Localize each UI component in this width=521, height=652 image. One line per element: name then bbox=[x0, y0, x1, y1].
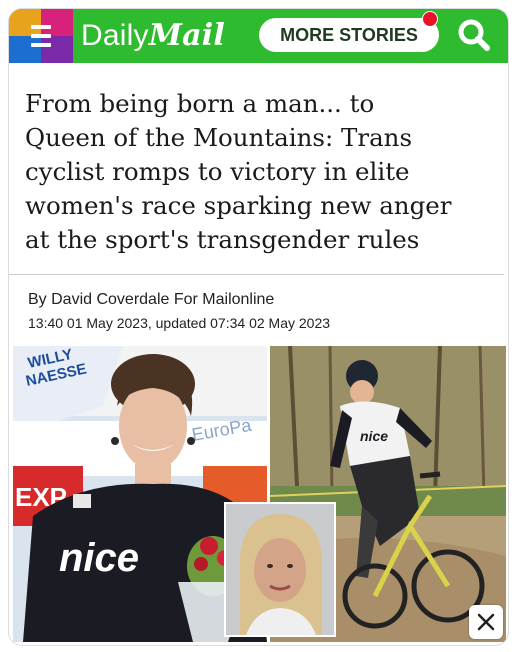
tweet-card: DailyMail MORE STORIES From being born a… bbox=[8, 8, 509, 646]
dateline: 13:40 01 May 2023, updated 07:34 02 May … bbox=[28, 315, 331, 331]
photo-inset-portrait[interactable] bbox=[224, 502, 336, 637]
site-header: DailyMail MORE STORIES bbox=[9, 9, 508, 63]
headline-line: women's race sparking new anger bbox=[25, 191, 452, 220]
hamburger-line bbox=[31, 34, 51, 38]
logo-daily: Daily bbox=[81, 19, 149, 52]
hamburger-line bbox=[31, 43, 51, 47]
search-icon bbox=[458, 19, 490, 51]
byline: By David Coverdale For Mailonline bbox=[28, 291, 275, 308]
search-button[interactable] bbox=[453, 15, 495, 57]
hamburger-menu-icon bbox=[31, 25, 51, 29]
site-logo[interactable]: DailyMail bbox=[81, 18, 225, 53]
jersey-text: nice bbox=[360, 428, 388, 444]
divider bbox=[9, 274, 504, 275]
headline-line: Queen of the Mountains: Trans bbox=[25, 123, 413, 152]
menu-button[interactable] bbox=[9, 9, 73, 63]
logo-mail: Mail bbox=[148, 18, 225, 53]
more-stories-button[interactable]: MORE STORIES bbox=[259, 18, 439, 52]
headline-line: cyclist romps to victory in elite bbox=[25, 157, 410, 186]
article-headline[interactable]: From being born a man... to Queen of the… bbox=[25, 87, 495, 257]
notification-dot bbox=[422, 11, 438, 27]
headline-line: at the sport's transgender rules bbox=[25, 225, 420, 254]
close-button[interactable] bbox=[469, 605, 503, 639]
jersey-text: nice bbox=[59, 536, 139, 580]
headline-line: From being born a man... to bbox=[25, 89, 375, 118]
close-icon bbox=[477, 613, 495, 631]
